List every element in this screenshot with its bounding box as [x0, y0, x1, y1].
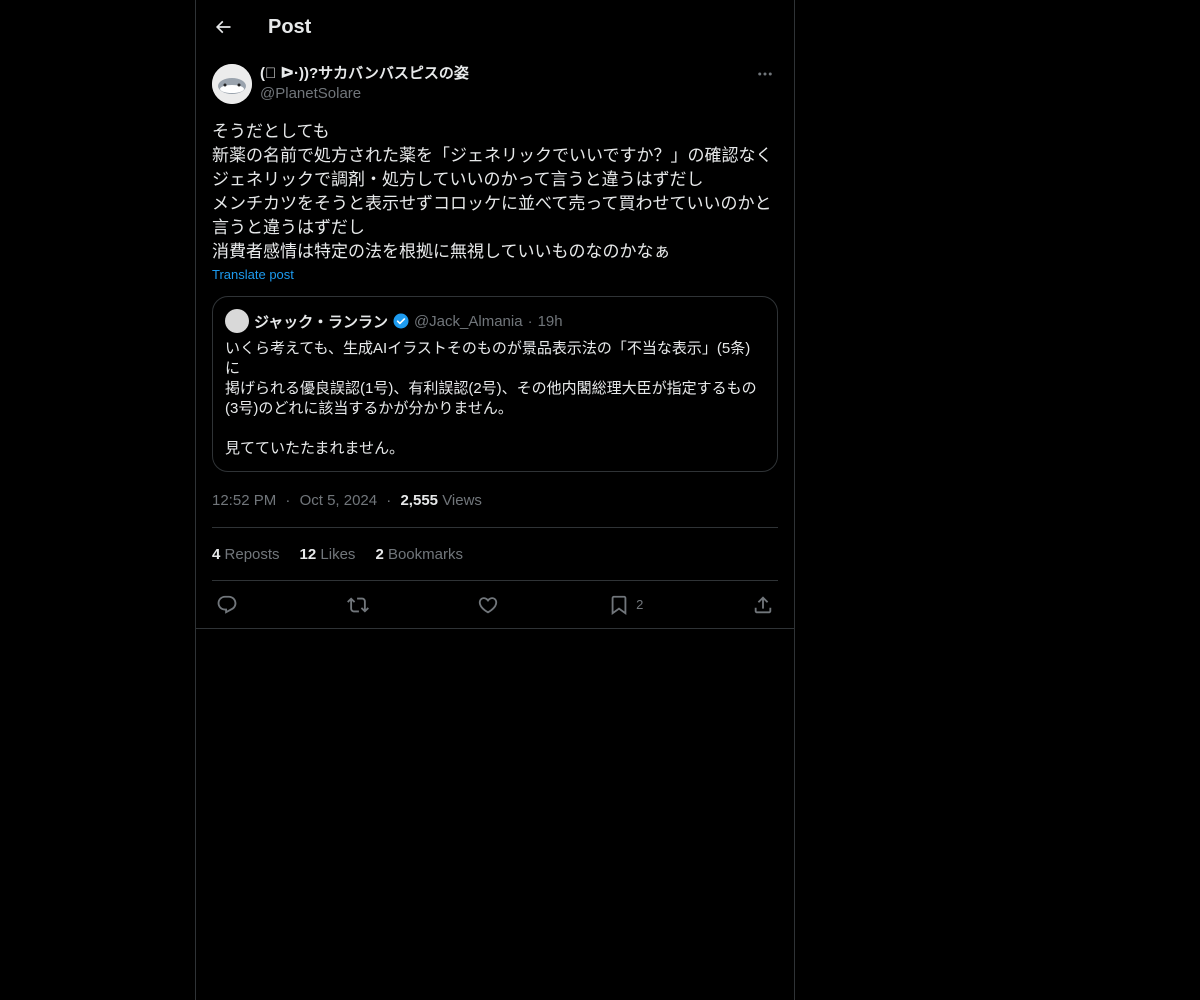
repost-icon — [346, 597, 369, 612]
quote-text: いくら考えても、生成AIイラストそのものが景品表示法の「不当な表示」(5条)に … — [225, 340, 757, 457]
post-bottom-border — [196, 628, 794, 629]
like-icon — [479, 596, 498, 613]
author-display-name[interactable]: (ﾟ ᐅ·))?サカバンバスピスの姿 — [260, 64, 469, 84]
reposts-stat[interactable]: 4 Reposts — [212, 546, 280, 563]
verified-icon — [392, 312, 410, 330]
quoted-post[interactable]: ジャック・ランラン @Jack_Almania · 19h いくら考えても、生成… — [212, 296, 778, 472]
quote-display-name: ジャック・ランラン — [254, 313, 388, 331]
reposts-label: Reposts — [224, 545, 280, 563]
more-button[interactable] — [752, 64, 778, 84]
post-time[interactable]: 12:52 PM — [212, 492, 276, 509]
share-icon — [754, 595, 772, 613]
post-stats: 4 Reposts 12 Likes 2 Bookmarks — [212, 528, 778, 580]
like-button[interactable] — [477, 594, 499, 616]
back-button[interactable] — [205, 9, 241, 45]
bookmarks-label: Bookmarks — [387, 545, 463, 563]
bookmarks-count: 2 — [375, 545, 384, 563]
more-icon — [758, 72, 772, 76]
author-row: (ﾟ ᐅ·))?サカバンバスピスの姿 @PlanetSolare — [212, 64, 778, 106]
page-title: Post — [268, 15, 312, 38]
likes-label: Likes — [320, 545, 356, 563]
avatar-fish-icon — [212, 64, 252, 104]
reply-button[interactable] — [216, 594, 238, 616]
share-button[interactable] — [752, 594, 774, 616]
author-names: (ﾟ ᐅ·))?サカバンバスピスの姿 @PlanetSolare — [260, 64, 469, 104]
meta-separator: · — [386, 492, 392, 509]
header: Post — [196, 0, 794, 54]
quote-avatar — [225, 309, 249, 333]
quote-separator: · — [527, 312, 533, 330]
meta-separator: · — [285, 492, 291, 509]
post-column: Post (ﾟ ᐅ·))?サカバンバスピスの姿 @PlanetSolare そう… — [195, 0, 795, 1000]
post-date[interactable]: Oct 5, 2024 — [300, 492, 378, 509]
quote-handle: @Jack_Almania — [413, 312, 523, 330]
action-bar: 2 — [212, 581, 778, 628]
likes-stat[interactable]: 12 Likes — [300, 546, 356, 563]
bookmark-button[interactable]: 2 — [608, 594, 643, 616]
author-handle[interactable]: @PlanetSolare — [260, 84, 469, 104]
reposts-count: 4 — [212, 545, 221, 563]
post: (ﾟ ᐅ·))?サカバンバスピスの姿 @PlanetSolare そうだとしても… — [196, 64, 794, 629]
quote-time: 19h — [537, 312, 563, 330]
views-count: 2,555 — [400, 492, 439, 509]
repost-button[interactable] — [346, 594, 369, 616]
bookmark-count: 2 — [636, 597, 644, 612]
reply-icon — [217, 595, 237, 614]
post-meta: 12:52 PM · Oct 5, 2024 · 2,555 Views — [212, 491, 778, 511]
bookmarks-stat[interactable]: 2 Bookmarks — [375, 546, 463, 563]
bookmark-icon — [611, 595, 627, 615]
translate-post-link[interactable]: Translate post — [212, 267, 294, 283]
avatar[interactable] — [212, 64, 252, 104]
views-label: Views — [442, 492, 482, 509]
likes-count: 12 — [299, 545, 317, 563]
quote-header: ジャック・ランラン @Jack_Almania · 19h — [225, 309, 765, 333]
post-text: そうだとしても 新薬の名前で処方された薬を「ジェネリックでいいですか？」の確認な… — [212, 122, 773, 261]
back-arrow-icon — [215, 20, 231, 34]
